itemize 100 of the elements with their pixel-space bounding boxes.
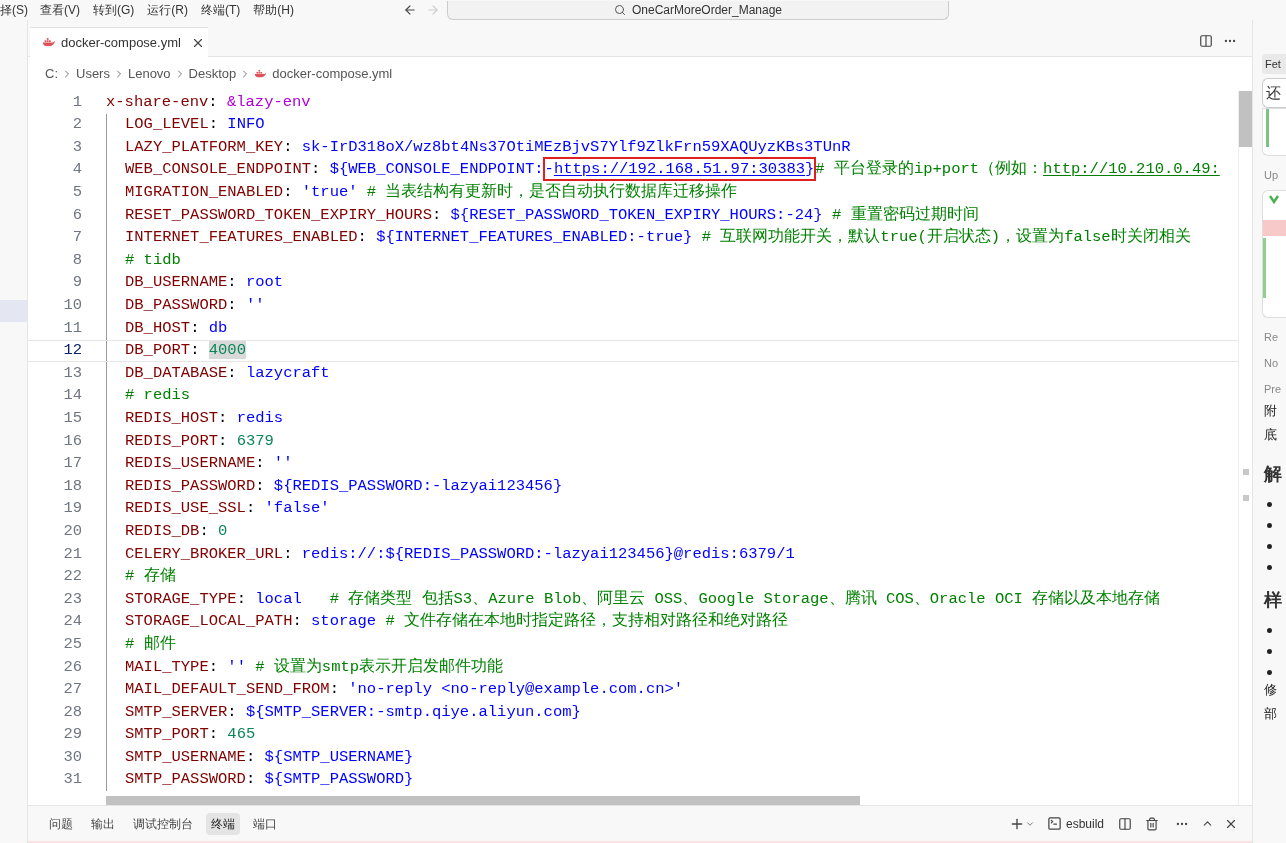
line-number: 3 [71, 136, 82, 158]
code-line: REDIS_DB: 0 [125, 520, 228, 542]
code-line: # tidb [125, 249, 181, 271]
editor-tab[interactable]: docker-compose.yml [30, 27, 208, 57]
menu-item[interactable]: 运行(R) [143, 1, 197, 19]
code-line: SMTP_SERVER: ${SMTP_SERVER:-smtp.qiye.aliyun.com} [125, 701, 581, 723]
code-line: REDIS_USE_SSL: 'false' [125, 498, 330, 520]
side-text: 底 [1263, 426, 1278, 444]
line-number: 28 [62, 701, 82, 723]
code-line: # redis [125, 385, 191, 407]
code-line: REDIS_HOST: redis [125, 408, 284, 429]
line-number: 29 [62, 724, 82, 746]
trash-icon[interactable] [1145, 816, 1159, 831]
split-terminal-icon[interactable] [1118, 816, 1132, 831]
code-line: DB_PORT: 4000 [125, 340, 246, 362]
scroll-marker [1242, 495, 1249, 501]
line-number: 24 [62, 611, 82, 633]
menu-item[interactable]: 转到(G) [89, 1, 144, 19]
bullet-icon [1267, 649, 1272, 654]
side-label: Re [1263, 330, 1280, 344]
line-number: 7 [71, 227, 82, 249]
code-line: CELERY_BROKER_URL: redis://:${REDIS_PASSWORD:-lazyai123456}@redis:6379/1 [125, 543, 795, 565]
bullet-icon [1267, 628, 1272, 633]
horizontal-scrollbar[interactable] [106, 796, 860, 805]
link[interactable]: https://192.168.51.97:30383 [553, 160, 806, 179]
panel-tab[interactable]: 问题 [44, 812, 78, 835]
line-number: 16 [62, 430, 82, 452]
breadcrumb-item[interactable]: Lenovo [127, 64, 171, 84]
search-field[interactable]: OneCarMoreOrder_Manage [447, 0, 949, 20]
line-number: 6 [71, 204, 82, 226]
line-number: 2 [71, 114, 82, 136]
code-line: WEB_CONSOLE_ENDPOINT: ${WEB_CONSOLE_ENDPOINT:-https://192.168.51.97:30383}# 平台登录的ip+port（例如：http://10.210.0.49: [125, 158, 1220, 182]
scroll-marker [1242, 469, 1249, 475]
highlight-box: -https://192.168.51.97:30383} [543, 158, 816, 181]
breadcrumb-item[interactable]: Desktop [188, 64, 237, 84]
whale-icon [42, 37, 56, 48]
line-number: 25 [62, 633, 82, 655]
line-number: 13 [62, 362, 82, 384]
code-line: SMTP_PASSWORD: ${SMTP_PASSWORD} [125, 769, 414, 791]
side-text: 修 [1263, 681, 1278, 699]
line-number: 19 [62, 498, 82, 520]
panel-tab[interactable]: 终端 [206, 812, 240, 835]
panel-tab[interactable]: 端口 [248, 812, 282, 835]
code-line: LAZY_PLATFORM_KEY: sk-IrD318oX/wz8bt4Ns37OtiMEzBjvS7Ylf9ZlkFrn59XAQUyzKBs3TUnR [125, 136, 851, 158]
line-number: 5 [71, 182, 82, 204]
code-line: DB_HOST: db [125, 317, 228, 339]
side-label: Up [1263, 168, 1280, 182]
search-icon [613, 3, 626, 16]
menu-item[interactable]: 查看(V) [36, 1, 89, 19]
menu-item[interactable]: 终端(T) [197, 1, 250, 19]
line-number: 9 [71, 272, 82, 294]
panel-tab[interactable]: 输出 [86, 812, 120, 835]
removed-line-block [1263, 220, 1286, 236]
menu-item[interactable]: 帮助(H) [249, 1, 303, 19]
breadcrumb-item[interactable]: Users [76, 64, 110, 84]
side-text: 附 [1263, 402, 1278, 420]
code-line: SMTP_PORT: 465 [125, 724, 256, 746]
line-number: 31 [62, 769, 82, 791]
line-number: 22 [62, 566, 82, 588]
bullet-icon [1267, 670, 1272, 675]
line-number: 23 [62, 588, 82, 610]
code-line: REDIS_USERNAME: '' [125, 453, 293, 475]
side-heading: 样 [1262, 589, 1283, 612]
line-number: 10 [62, 295, 82, 316]
code-line: STORAGE_TYPE: local # 存储类型 包括S3、Azure Blob、阿里云 OSS、Google Storage、腾讯 COS、Oracle OCI 存储以及本地存储 [125, 588, 1161, 610]
panel-tab[interactable]: 调试控制台 [128, 812, 198, 835]
code-line: STORAGE_LOCAL_PATH: storage # 文件存储在本地时指定路径，支持相对路径和绝对路径 [125, 610, 789, 633]
code-line: DB_USERNAME: root [125, 272, 284, 294]
breadcrumb-item[interactable]: docker-compose.yml [272, 64, 393, 84]
link[interactable]: http://10.210.0.49: [1043, 160, 1220, 179]
code-line: MAIL_TYPE: '' # 设置为smtp表示开启发邮件功能 [125, 656, 504, 678]
back-icon[interactable] [403, 3, 417, 17]
line-number: 15 [62, 408, 82, 429]
change-bar [1266, 109, 1269, 147]
bullet-icon [1267, 523, 1272, 528]
side-label: Pre [1263, 382, 1283, 396]
line-number: 4 [71, 159, 82, 181]
code-line: RESET_PASSWORD_TOKEN_EXPIRY_HOURS: ${RESET_PASSWORD_TOKEN_EXPIRY_HOURS:-24} # 重置密码过期时间 [125, 204, 979, 226]
chevron-icon [1269, 194, 1279, 204]
line-number: 30 [62, 746, 82, 768]
code-line: DB_DATABASE: lazycraft [125, 362, 330, 384]
split-editor-icon[interactable] [1199, 34, 1213, 48]
bullet-icon [1267, 544, 1272, 549]
side-chip[interactable]: Fet [1262, 54, 1286, 74]
code-line: MIGRATION_ENABLED: 'true' # 当表结构有更新时，是否自动执行数据库迁移操作 [125, 181, 738, 204]
side-text: 部 [1263, 705, 1278, 723]
line-number: 20 [62, 520, 82, 542]
code-line: LOG_LEVEL: INFO [125, 114, 265, 136]
code-line: DB_PASSWORD: '' [125, 295, 265, 316]
line-number: 17 [62, 453, 82, 475]
side-input[interactable]: 还 [1262, 78, 1286, 108]
terminal-icon[interactable] [1046, 816, 1062, 831]
line-number: 27 [62, 679, 82, 701]
code-line: MAIL_DEFAULT_SEND_FROM: 'no-reply <no-reply@example.com.cn>' [125, 679, 684, 701]
code-line: SMTP_USERNAME: ${SMTP_USERNAME} [125, 746, 414, 768]
vertical-scrollbar[interactable] [1238, 91, 1252, 147]
menu-item[interactable]: 择(S) [0, 1, 36, 19]
breadcrumb-item[interactable]: C: [45, 64, 58, 84]
terminal-name[interactable]: esbuild [1065, 814, 1104, 833]
code-line: REDIS_PORT: 6379 [125, 430, 274, 452]
